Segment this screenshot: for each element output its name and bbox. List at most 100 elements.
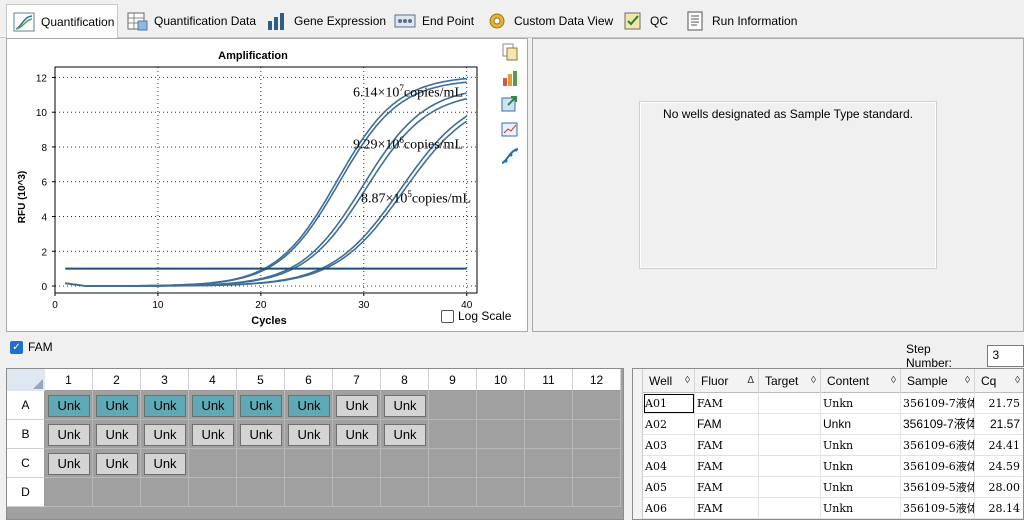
grid-column-header[interactable]: Fluor Δ xyxy=(695,369,759,393)
plate-column-header[interactable]: 9 xyxy=(429,369,477,391)
plate-well[interactable]: Unk xyxy=(48,424,90,446)
plate-well-cell[interactable]: Unk xyxy=(285,391,333,420)
plate-well-cell[interactable] xyxy=(141,478,189,507)
plate-well-cell[interactable] xyxy=(333,449,381,478)
plate-well[interactable]: Unk xyxy=(384,424,426,446)
sort-icon[interactable]: ◊ xyxy=(1015,369,1020,393)
log-scale-toggle[interactable]: Log Scale xyxy=(441,309,511,323)
plate-well-cell[interactable]: Unk xyxy=(333,391,381,420)
plate-well-cell[interactable] xyxy=(429,478,477,507)
plate-column-header[interactable]: 11 xyxy=(525,369,573,391)
plate-well-cell[interactable] xyxy=(429,391,477,420)
sort-icon[interactable]: ◊ xyxy=(891,369,896,393)
plate-well-cell[interactable]: Unk xyxy=(285,420,333,449)
plate-well[interactable]: Unk xyxy=(192,424,234,446)
table-cell[interactable]: A05 xyxy=(643,477,695,498)
plate-well[interactable]: Unk xyxy=(240,424,282,446)
plate-well-cell[interactable] xyxy=(381,449,429,478)
plate-well-cell[interactable]: Unk xyxy=(45,391,93,420)
table-cell[interactable]: A02 xyxy=(643,414,695,435)
plate-well-cell[interactable] xyxy=(189,478,237,507)
sort-icon[interactable]: ◊ xyxy=(965,369,970,393)
fam-checkbox[interactable]: ✓ xyxy=(10,340,23,354)
table-cell[interactable]: FAM xyxy=(695,393,759,414)
table-row[interactable]: A05 FAM Unkn 356109-5液体 28.00 xyxy=(633,477,1023,498)
table-cell[interactable]: FAM xyxy=(695,456,759,477)
plate-well[interactable]: Unk xyxy=(144,453,186,475)
plate-well[interactable]: Unk xyxy=(48,453,90,475)
plate-column-header[interactable]: 8 xyxy=(381,369,429,391)
table-cell[interactable]: A03 xyxy=(643,435,695,456)
fam-filter[interactable]: ✓ FAM xyxy=(10,340,53,354)
plate-well-cell[interactable]: Unk xyxy=(45,420,93,449)
plate-well-cell[interactable] xyxy=(477,478,525,507)
plate-well-cell[interactable] xyxy=(525,478,573,507)
table-cell[interactable]: Unkn xyxy=(821,498,901,519)
table-row[interactable]: A01 FAM Unkn 356109-7液体 21.75 xyxy=(633,393,1023,414)
grid-column-header[interactable]: Target ◊ xyxy=(759,369,821,393)
plate-well-cell[interactable] xyxy=(525,391,573,420)
table-cell[interactable]: 28.00 xyxy=(975,477,1023,498)
table-cell[interactable] xyxy=(759,456,821,477)
plate-well-cell[interactable] xyxy=(285,478,333,507)
plate-column-header[interactable]: 2 xyxy=(93,369,141,391)
plate-well-cell[interactable] xyxy=(573,478,621,507)
plate-well-cell[interactable] xyxy=(237,478,285,507)
sort-icon[interactable]: Δ xyxy=(747,369,754,393)
plate-well[interactable]: Unk xyxy=(240,395,282,417)
table-cell[interactable]: 24.59 xyxy=(975,456,1023,477)
table-cell[interactable]: FAM xyxy=(695,435,759,456)
plate-well-cell[interactable]: Unk xyxy=(141,449,189,478)
plate-well-cell[interactable] xyxy=(237,449,285,478)
plate-well-cell[interactable]: Unk xyxy=(381,420,429,449)
plate-well[interactable]: Unk xyxy=(336,395,378,417)
table-cell[interactable]: A01 xyxy=(643,393,695,414)
plate-well-cell[interactable] xyxy=(573,449,621,478)
table-cell[interactable]: FAM xyxy=(695,498,759,519)
table-cell[interactable]: 21.75 xyxy=(975,393,1023,414)
plate-well-cell[interactable] xyxy=(573,391,621,420)
table-cell[interactable]: Unkn xyxy=(821,456,901,477)
plate-well[interactable]: Unk xyxy=(96,453,138,475)
table-cell[interactable]: FAM xyxy=(695,477,759,498)
plate-well[interactable]: Unk xyxy=(96,424,138,446)
plate-well-cell[interactable] xyxy=(573,420,621,449)
table-cell[interactable] xyxy=(759,435,821,456)
plate-column-header[interactable]: 5 xyxy=(237,369,285,391)
plate-well-cell[interactable]: Unk xyxy=(189,391,237,420)
plate-well-cell[interactable] xyxy=(93,478,141,507)
plate-well-cell[interactable]: Unk xyxy=(141,391,189,420)
tab-qc[interactable]: QC xyxy=(616,6,674,36)
plate-well-cell[interactable] xyxy=(477,449,525,478)
tab-custom-data-view[interactable]: Custom Data View xyxy=(480,6,619,36)
plate-well-cell[interactable] xyxy=(429,449,477,478)
table-cell[interactable]: 356109-7液体 xyxy=(901,393,975,414)
table-cell[interactable]: 28.14 xyxy=(975,498,1023,519)
export-icon[interactable] xyxy=(501,95,519,113)
plate-well[interactable]: Unk xyxy=(384,395,426,417)
plate-well-cell[interactable]: Unk xyxy=(237,391,285,420)
plate-row-header[interactable]: B xyxy=(7,420,45,449)
table-cell[interactable]: 356109-6液体 xyxy=(901,456,975,477)
plate-well[interactable]: Unk xyxy=(336,424,378,446)
plate-column-header[interactable]: 1 xyxy=(45,369,93,391)
table-cell[interactable]: 24.41 xyxy=(975,435,1023,456)
plate-well[interactable]: Unk xyxy=(144,395,186,417)
plate-well-cell[interactable] xyxy=(381,478,429,507)
chart-options-icon[interactable] xyxy=(501,69,519,87)
plate-well-cell[interactable] xyxy=(333,478,381,507)
plate-well-cell[interactable] xyxy=(429,420,477,449)
plate-well[interactable]: Unk xyxy=(144,424,186,446)
plate-well[interactable]: Unk xyxy=(288,424,330,446)
table-cell[interactable] xyxy=(759,414,821,435)
plate-well-cell[interactable]: Unk xyxy=(45,449,93,478)
table-cell[interactable] xyxy=(759,477,821,498)
plate-column-header[interactable]: 6 xyxy=(285,369,333,391)
plate-well-cell[interactable]: Unk xyxy=(381,391,429,420)
plate-well[interactable]: Unk xyxy=(288,395,330,417)
plate-well-cell[interactable] xyxy=(189,449,237,478)
plate-well-cell[interactable]: Unk xyxy=(333,420,381,449)
table-cell[interactable]: 356109-6液体 xyxy=(901,435,975,456)
plate-column-header[interactable]: 10 xyxy=(477,369,525,391)
plate-well-cell[interactable] xyxy=(525,420,573,449)
